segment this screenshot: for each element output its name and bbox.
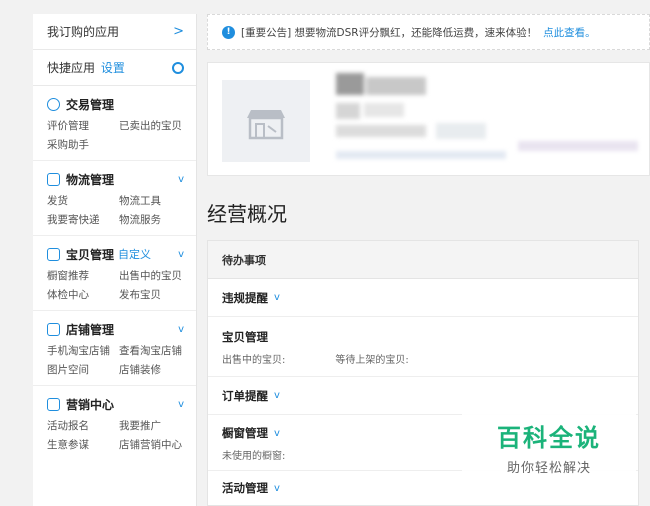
sidebar-link[interactable]: 采购助手 — [47, 137, 119, 152]
pending-listing-count[interactable]: 等待上架的宝贝: — [335, 351, 408, 366]
sidebar-link[interactable]: 我要推广 — [119, 418, 199, 433]
chevron-down-icon[interactable]: v — [274, 483, 280, 494]
sidebar-link[interactable]: 已卖出的宝贝 — [119, 118, 199, 133]
chevron-down-icon[interactable]: v — [274, 390, 280, 401]
obscured-shop-info — [336, 73, 506, 167]
megaphone-icon — [47, 397, 60, 411]
announcement-bar: ! [重要公告] 想要物流DSR评分飘红，还能降低运费，速来体验！ 点此查看。 — [207, 14, 650, 50]
sidebar-link[interactable]: 查看淘宝店铺 — [119, 343, 199, 358]
sidebar-link[interactable]: 物流服务 — [119, 212, 199, 227]
sidebar-link[interactable]: 物流工具 — [119, 193, 199, 208]
todo-row[interactable]: 违规提醒 v — [208, 279, 638, 317]
watermark: 百科全说 助你轻松解决 — [462, 410, 636, 482]
section-title[interactable]: 交易管理 — [66, 96, 114, 113]
sidebar-link[interactable]: 生意参谋 — [47, 437, 119, 452]
trade-icon — [47, 97, 60, 111]
watermark-subtitle: 助你轻松解决 — [506, 461, 591, 476]
shop-icon — [47, 322, 60, 336]
customize-link[interactable]: 自定义 — [118, 246, 151, 262]
chevron-down-icon[interactable]: v — [178, 174, 184, 185]
sidebar-link[interactable]: 发货 — [47, 193, 119, 208]
on-sale-items-count[interactable]: 出售中的宝贝: — [222, 351, 285, 366]
todo-row-title: 订单提醒 — [222, 388, 268, 403]
quick-apps-label: 快捷应用 — [47, 61, 96, 75]
quick-apps-settings-link[interactable]: 设置 — [101, 61, 125, 75]
sidebar-section-items: 宝贝管理 自定义 v 橱窗推荐 出售中的宝贝 体检中心 发布宝贝 — [33, 236, 196, 311]
sidebar-link[interactable]: 店铺营销中心 — [119, 437, 199, 452]
sidebar-link[interactable]: 店铺装修 — [119, 362, 199, 377]
truck-icon — [47, 172, 60, 186]
chevron-down-icon[interactable]: v — [178, 399, 184, 410]
section-title[interactable]: 店铺管理 — [66, 321, 114, 338]
chevron-down-icon[interactable]: v — [274, 428, 280, 439]
sidebar-link[interactable]: 橱窗推荐 — [47, 268, 119, 283]
sidebar-section-logistics: 物流管理 v 发货 物流工具 我要寄快递 物流服务 — [33, 161, 196, 236]
sidebar-section-shop: 店铺管理 v 手机淘宝店铺 查看淘宝店铺 图片空间 店铺装修 — [33, 311, 196, 386]
sidebar-link[interactable]: 手机淘宝店铺 — [47, 343, 119, 358]
todo-header: 待办事项 — [208, 241, 638, 279]
todo-row-title: 违规提醒 — [222, 290, 268, 305]
todo-row-title: 宝贝管理 — [222, 330, 268, 344]
sidebar-link[interactable]: 评价管理 — [47, 118, 119, 133]
chevron-down-icon[interactable]: v — [274, 292, 280, 303]
obscured-shop-info — [518, 141, 638, 151]
chevron-down-icon[interactable]: v — [178, 249, 184, 260]
unused-windows-count[interactable]: 未使用的橱窗: — [222, 447, 285, 462]
sidebar-section-trade: 交易管理 评价管理 已卖出的宝贝 采购助手 — [33, 86, 196, 161]
sidebar-link[interactable]: 出售中的宝贝 — [119, 268, 199, 283]
gear-icon[interactable] — [172, 61, 184, 74]
announcement-text: [重要公告] 想要物流DSR评分飘红，还能降低运费，速来体验！ — [241, 26, 538, 39]
sidebar-section-marketing: 营销中心 v 活动报名 我要推广 生意参谋 店铺营销中心 — [33, 386, 196, 460]
storefront-icon — [247, 110, 285, 140]
shop-logo[interactable] — [222, 80, 310, 162]
sidebar-link[interactable]: 活动报名 — [47, 418, 119, 433]
sidebar: 我订购的应用 > 快捷应用 设置 交易管理 评价管理 已卖出的宝贝 采购助手 物… — [33, 14, 197, 506]
watermark-title: 百科全说 — [497, 424, 601, 452]
todo-row: 宝贝管理 出售中的宝贝: 等待上架的宝贝: — [208, 317, 638, 377]
chevron-down-icon[interactable]: v — [178, 324, 184, 335]
page-title: 经营概况 — [207, 202, 287, 226]
quick-apps-header: 快捷应用 设置 — [33, 50, 196, 86]
todo-row-title: 活动管理 — [222, 481, 268, 495]
section-title[interactable]: 宝贝管理 — [66, 246, 114, 263]
sidebar-link[interactable]: 发布宝贝 — [119, 287, 199, 302]
bag-icon — [47, 247, 60, 261]
shop-profile-card — [207, 62, 650, 176]
subscribed-apps-label: 我订购的应用 — [47, 25, 120, 39]
sidebar-link[interactable]: 我要寄快递 — [47, 212, 119, 227]
section-title[interactable]: 物流管理 — [66, 171, 114, 188]
sidebar-link[interactable]: 体检中心 — [47, 287, 119, 302]
sidebar-link[interactable]: 图片空间 — [47, 362, 119, 377]
todo-row-title: 橱窗管理 — [222, 426, 268, 440]
subscribed-apps-link[interactable]: 我订购的应用 > — [33, 14, 196, 50]
chevron-right-icon: > — [173, 24, 184, 39]
section-title[interactable]: 营销中心 — [66, 396, 114, 413]
alert-icon: ! — [222, 25, 235, 39]
announcement-link[interactable]: 点此查看。 — [543, 25, 596, 40]
